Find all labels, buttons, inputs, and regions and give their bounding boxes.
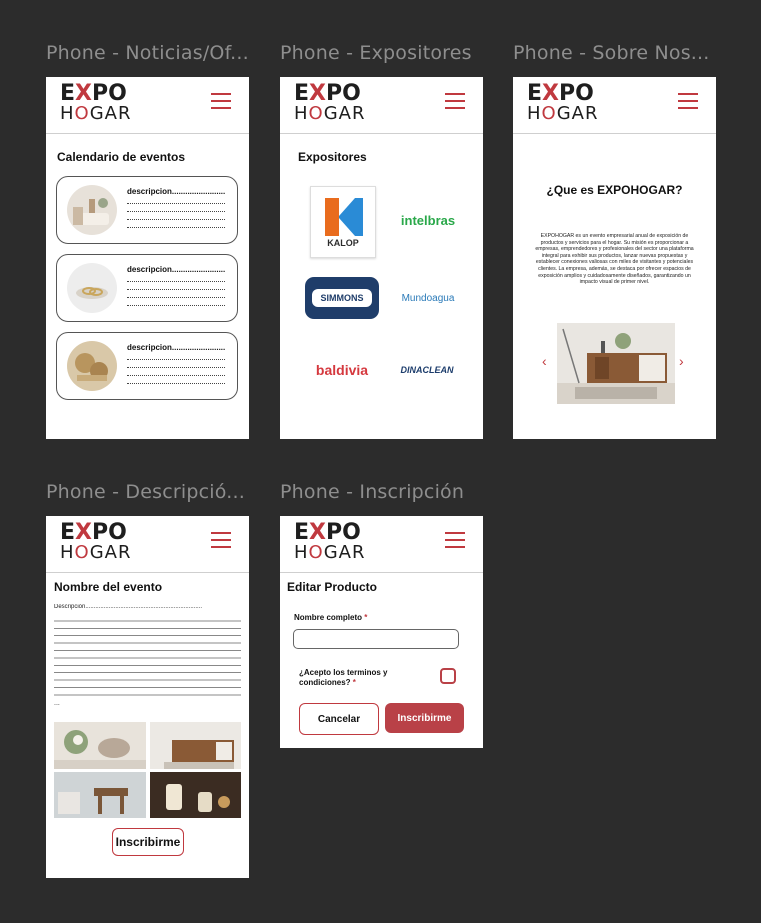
brand-intelbras-logo[interactable]: intelbras [388, 209, 468, 231]
phone-expositores-frame: EXPO HOGAR Expositores KALOP intelbras S… [280, 77, 483, 439]
event-name-title: Nombre del evento [54, 580, 163, 594]
expohogar-logo[interactable]: EXPO HOGAR [60, 522, 148, 566]
header: EXPO HOGAR [46, 516, 249, 573]
description-dotted-lines [54, 614, 241, 702]
full-name-input[interactable] [293, 629, 459, 649]
hamburger-menu-icon[interactable] [211, 93, 231, 109]
phone-inscripcion-frame: EXPO HOGAR Editar Producto Nombre comple… [280, 516, 483, 748]
phone-noticias-frame: EXPO HOGAR Calendario de eventos descrip… [46, 77, 249, 439]
event-description-label: descripcion........................ [127, 265, 226, 274]
hamburger-menu-icon[interactable] [445, 532, 465, 548]
event-card[interactable]: descripcion........................ [56, 176, 238, 244]
header: EXPO HOGAR [46, 77, 249, 134]
cancel-button[interactable]: Cancelar [299, 703, 379, 735]
terms-label: ¿Acepto los terminos y condiciones? * [299, 668, 388, 687]
expohogar-logo[interactable]: EXPO HOGAR [294, 83, 382, 127]
header: EXPO HOGAR [280, 516, 483, 573]
phone-descripcion-frame: EXPO HOGAR Nombre del evento Descripción… [46, 516, 249, 878]
frame-label-descripcion: Phone - Descripció... [46, 481, 245, 503]
terms-checkbox[interactable] [440, 668, 456, 684]
brand-simmons-logo[interactable]: SIMMONS [304, 276, 380, 320]
page-title: Expositores [298, 150, 367, 164]
expohogar-logo[interactable]: EXPO HOGAR [527, 83, 615, 127]
event-description: Descripción.............................… [54, 604, 203, 610]
carousel-image [557, 323, 675, 404]
event-thumbnail [67, 185, 117, 235]
brand-baldivia-logo[interactable]: baldivia [306, 360, 378, 380]
event-thumbnail [67, 263, 117, 313]
hamburger-menu-icon[interactable] [445, 93, 465, 109]
frame-label-inscripcion: Phone - Inscripción [280, 481, 465, 503]
brand-kalop-logo[interactable]: KALOP [310, 186, 376, 258]
hamburger-menu-icon[interactable] [211, 532, 231, 548]
event-card[interactable]: descripcion........................ [56, 254, 238, 322]
event-description-label: descripcion........................ [127, 187, 226, 196]
frame-label-sobre: Phone - Sobre Nos... [513, 42, 710, 64]
brand-mundoagua-logo[interactable]: Mundoagua [390, 287, 466, 309]
event-thumbnail [67, 341, 117, 391]
about-paragraph: EXPOHOGAR es un evento empresarial anual… [535, 233, 694, 286]
frame-label-noticias: Phone - Noticias/Of... [46, 42, 249, 64]
brand-dinaclean-logo[interactable]: DINACLEAN [386, 361, 468, 379]
phone-sobre-frame: EXPO HOGAR ¿Que es EXPOHOGAR? EXPOHOGAR … [513, 77, 716, 439]
header: EXPO HOGAR [280, 77, 483, 134]
description-ellipsis: ... [54, 700, 60, 707]
form-title: Editar Producto [287, 580, 378, 594]
event-description-label: descripcion........................ [127, 343, 226, 352]
page-title: Calendario de eventos [57, 150, 186, 164]
expohogar-logo[interactable]: EXPO HOGAR [294, 522, 382, 566]
section-title: ¿Que es EXPOHOGAR? [546, 183, 683, 197]
hamburger-menu-icon[interactable] [678, 93, 698, 109]
event-gallery [54, 722, 241, 818]
submit-inscribirme-button[interactable]: Inscribirme [385, 703, 464, 733]
event-card[interactable]: descripcion........................ [56, 332, 238, 400]
carousel-prev-icon[interactable]: ‹ [542, 353, 547, 369]
full-name-label: Nombre completo * [294, 613, 368, 622]
header: EXPO HOGAR [513, 77, 716, 134]
inscribirme-button[interactable]: Inscribirme [112, 828, 184, 856]
expohogar-logo[interactable]: EXPO HOGAR [60, 83, 148, 127]
frame-label-expositores: Phone - Expositores [280, 42, 472, 64]
carousel-next-icon[interactable]: › [679, 353, 684, 369]
